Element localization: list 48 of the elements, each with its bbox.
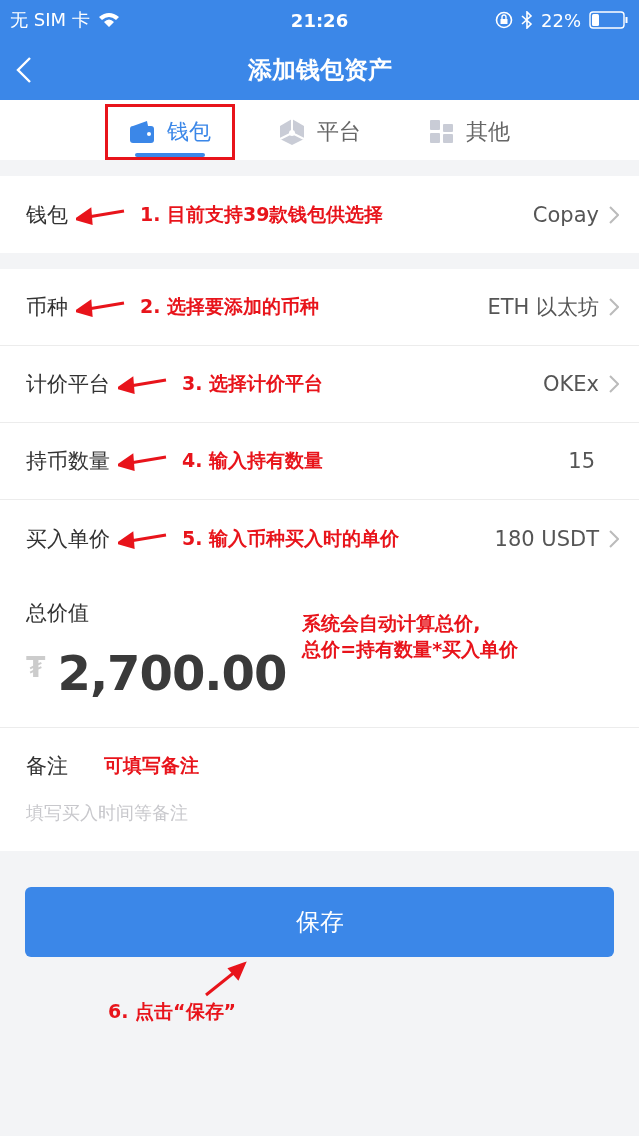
row-value: 180 USDT [494,526,599,551]
annotation-text: 1. 目前支持39款钱包供选择 [140,201,384,227]
annotation-text: 可填写备注 [104,753,199,778]
row-value: OKEx [543,372,599,396]
wifi-icon [97,12,120,28]
tab[interactable]: 平台 [254,104,385,160]
tab[interactable]: 其他 [404,104,535,160]
battery-icon [589,11,629,29]
row-label: 计价平台 [26,371,110,398]
currency-symbol: ₮ [26,651,46,684]
form-row[interactable]: 持币数量 4. 输入持有数量 15 [0,423,639,500]
form-row[interactable]: 钱包 1. 目前支持39款钱包供选择 Copay [0,176,639,253]
page-title: 添加钱包资产 [247,55,392,86]
total-label: 总价值 [26,600,90,627]
form-row[interactable]: 币种 2. 选择要添加的币种 ETH 以太坊 [0,269,639,346]
total-amount: 2,700.00 [57,645,287,701]
row-label: 钱包 [26,201,68,229]
row-label: 买入单价 [26,525,110,553]
tab[interactable]: 钱包 [104,104,235,160]
row-label: 币种 [26,294,68,321]
rotation-lock-icon [495,11,513,29]
row-value: Copay [532,202,599,227]
save-button[interactable]: 保存 [25,887,614,957]
row-value: ETH 以太坊 [487,294,599,321]
grid-icon [429,120,454,144]
arrow-icon [118,374,168,394]
clock-text: 21:26 [290,9,349,31]
carrier-text: 无 SIM 卡 [10,8,90,32]
annotation-text: 6. 点击“保存” [108,999,237,1024]
arrow-icon [118,451,168,471]
bluetooth-icon [521,11,533,29]
arrow-icon [76,297,126,317]
form-row[interactable]: 买入单价 5. 输入币种买入时的单价 180 USDT [0,500,639,577]
annotation-text: 4. 输入持有数量 [182,448,324,473]
cube-icon [278,118,305,146]
wallet-icon [128,120,155,144]
note-label: 备注 [26,753,68,780]
annotation-text: 3. 选择计价平台 [182,371,324,396]
arrow-icon [202,961,248,999]
battery-text: 22% [541,9,581,31]
row-value: 15 [568,449,595,473]
annotation-text: 2. 选择要添加的币种 [140,294,320,319]
back-icon[interactable] [16,56,32,84]
annotation-text: 5. 输入币种买入时的单价 [182,525,400,551]
annotation-text: 系统会自动计算总价, [302,611,482,636]
form-row[interactable]: 计价平台 3. 选择计价平台 OKEx [0,346,639,423]
annotation-text: 总价=持有数量*买入单价 [302,637,519,662]
row-label: 持币数量 [26,448,110,475]
